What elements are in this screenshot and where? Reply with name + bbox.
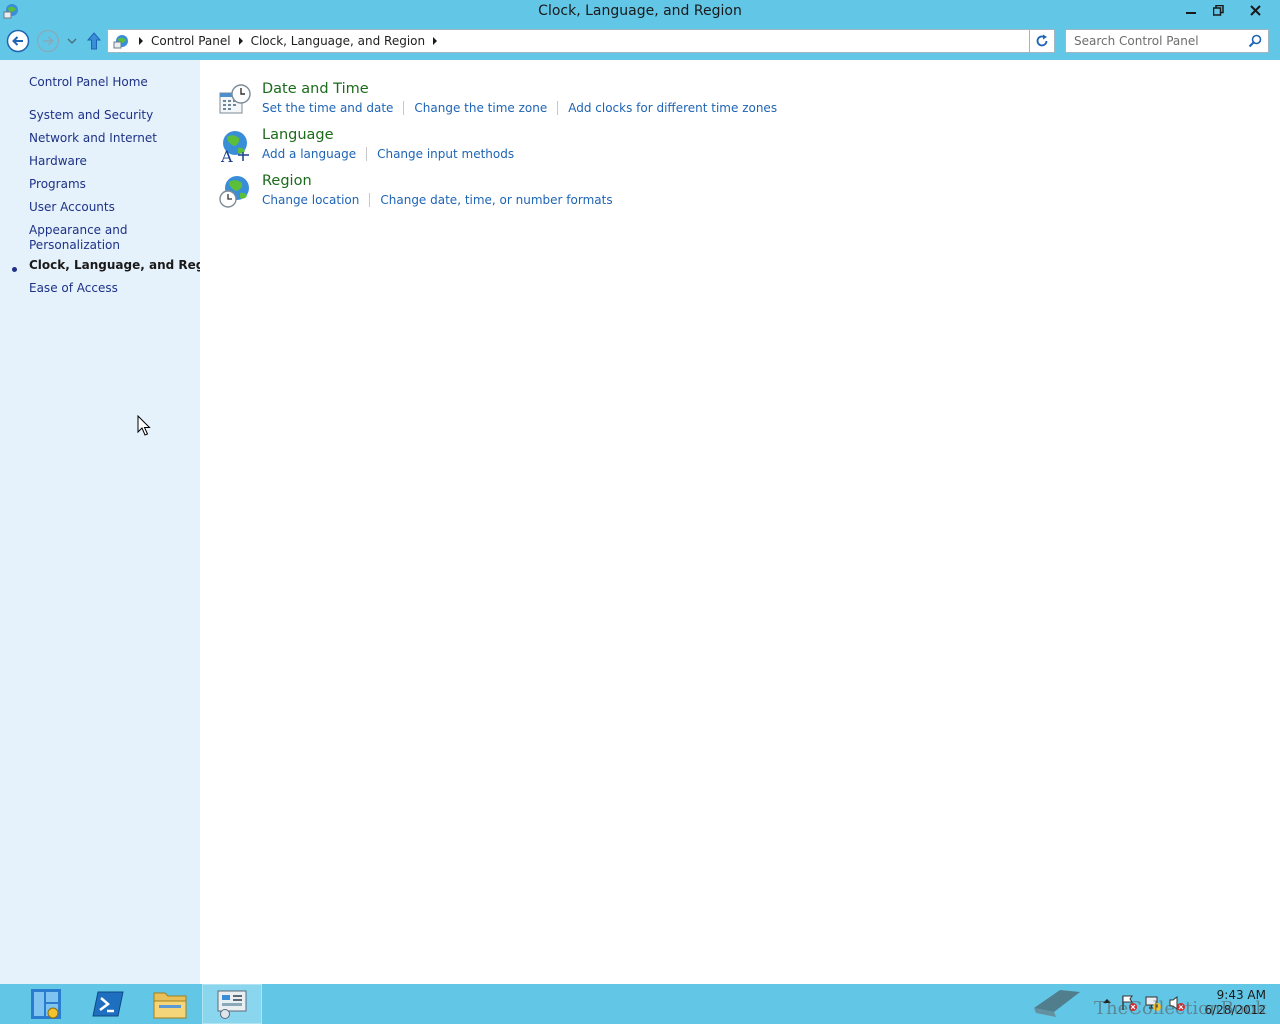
crumb-separator-icon[interactable] [428, 37, 442, 45]
search-input[interactable] [1066, 30, 1244, 52]
main-content: Date and Time Set the time and date Chan… [200, 60, 1280, 984]
link-change-time-zone[interactable]: Change the time zone [414, 101, 547, 115]
active-item-bullet [12, 267, 17, 272]
taskbar-control-panel[interactable] [202, 984, 262, 1024]
category-title-date-and-time[interactable]: Date and Time [262, 81, 369, 97]
up-arrow-button[interactable] [84, 29, 104, 53]
sidebar-item-programs[interactable]: Programs [29, 177, 86, 192]
title-bar: Clock, Language, and Region [0, 0, 1280, 23]
category-title-region[interactable]: Region [262, 173, 312, 189]
category-date-and-time: Date and Time Set the time and date Chan… [218, 81, 918, 121]
powershell-icon [92, 991, 124, 1017]
crumb-clock-language-region[interactable]: Clock, Language, and Region [248, 34, 429, 48]
sidebar-item-hardware[interactable]: Hardware [29, 154, 87, 169]
crumb-separator-icon[interactable] [234, 37, 248, 45]
sidebar-item-control-panel-home[interactable]: Control Panel Home [29, 75, 148, 90]
refresh-icon [1036, 34, 1048, 47]
category-links: Set the time and date Change the time zo… [262, 101, 777, 115]
category-language: A Language Add a language Change input m… [218, 127, 918, 167]
control-panel-crumb-icon [113, 35, 128, 49]
language-globe-icon[interactable]: A [218, 129, 252, 163]
crumb-separator-icon[interactable] [134, 37, 148, 45]
category-links: Change location Change date, time, or nu… [262, 193, 613, 207]
watermark-text: TheCollectionBook [1094, 998, 1267, 1019]
category-links: Add a language Change input methods [262, 147, 514, 161]
sidebar-item-appearance-and-personalization[interactable]: Appearance and Personalization [29, 223, 139, 253]
restore-button[interactable] [1205, 0, 1231, 20]
back-button[interactable] [6, 29, 30, 53]
link-change-location[interactable]: Change location [262, 193, 359, 207]
search-box[interactable] [1065, 29, 1269, 53]
minimize-icon [1186, 12, 1196, 14]
crumb-control-panel[interactable]: Control Panel [148, 34, 234, 48]
sidebar-item-system-and-security[interactable]: System and Security [29, 108, 153, 123]
sidebar-item-user-accounts[interactable]: User Accounts [29, 200, 115, 215]
link-add-a-language[interactable]: Add a language [262, 147, 356, 161]
refresh-button[interactable] [1030, 29, 1055, 53]
link-divider [403, 101, 405, 115]
close-icon [1249, 4, 1261, 16]
window-title: Clock, Language, and Region [538, 3, 742, 19]
restore-icon [1212, 4, 1224, 16]
control-panel-icon [217, 990, 247, 1019]
mouse-cursor-icon [137, 415, 151, 436]
link-divider [366, 147, 368, 161]
category-title-language[interactable]: Language [262, 127, 334, 143]
sidebar-item-ease-of-access[interactable]: Ease of Access [29, 281, 118, 296]
calendar-clock-icon[interactable] [218, 83, 252, 117]
forward-button[interactable] [36, 29, 60, 53]
file-explorer-icon [153, 992, 187, 1019]
link-change-input-methods[interactable]: Change input methods [377, 147, 514, 161]
minimize-button[interactable] [1178, 0, 1204, 20]
sidebar-item-network-and-internet[interactable]: Network and Internet [29, 131, 157, 146]
link-add-clocks[interactable]: Add clocks for different time zones [568, 101, 777, 115]
search-icon[interactable] [1248, 34, 1262, 48]
breadcrumb: Control Panel Clock, Language, and Regio… [108, 30, 442, 52]
close-button[interactable] [1232, 0, 1278, 20]
taskbar-server-manager[interactable] [16, 984, 76, 1024]
svg-text:A: A [220, 147, 233, 163]
link-divider [557, 101, 559, 115]
region-globe-icon[interactable] [218, 175, 252, 209]
address-bar[interactable]: Control Panel Clock, Language, and Regio… [107, 29, 1133, 53]
sidebar: Control Panel Home System and Security N… [0, 60, 225, 984]
taskbar-powershell[interactable] [78, 984, 138, 1024]
watermark: TheCollectionBook [1030, 990, 1270, 1024]
taskbar-file-explorer[interactable] [140, 984, 200, 1024]
server-manager-icon [31, 989, 61, 1019]
sidebar-item-clock-language-region[interactable]: Clock, Language, and Region [29, 258, 225, 273]
book-logo-icon [1034, 990, 1080, 1017]
link-divider [369, 193, 371, 207]
recent-locations-chevron-icon[interactable] [64, 29, 80, 53]
category-region: Region Change location Change date, time… [218, 173, 918, 213]
link-change-formats[interactable]: Change date, time, or number formats [380, 193, 612, 207]
link-set-time-and-date[interactable]: Set the time and date [262, 101, 393, 115]
navigation-bar: Control Panel Clock, Language, and Regio… [0, 23, 1280, 60]
